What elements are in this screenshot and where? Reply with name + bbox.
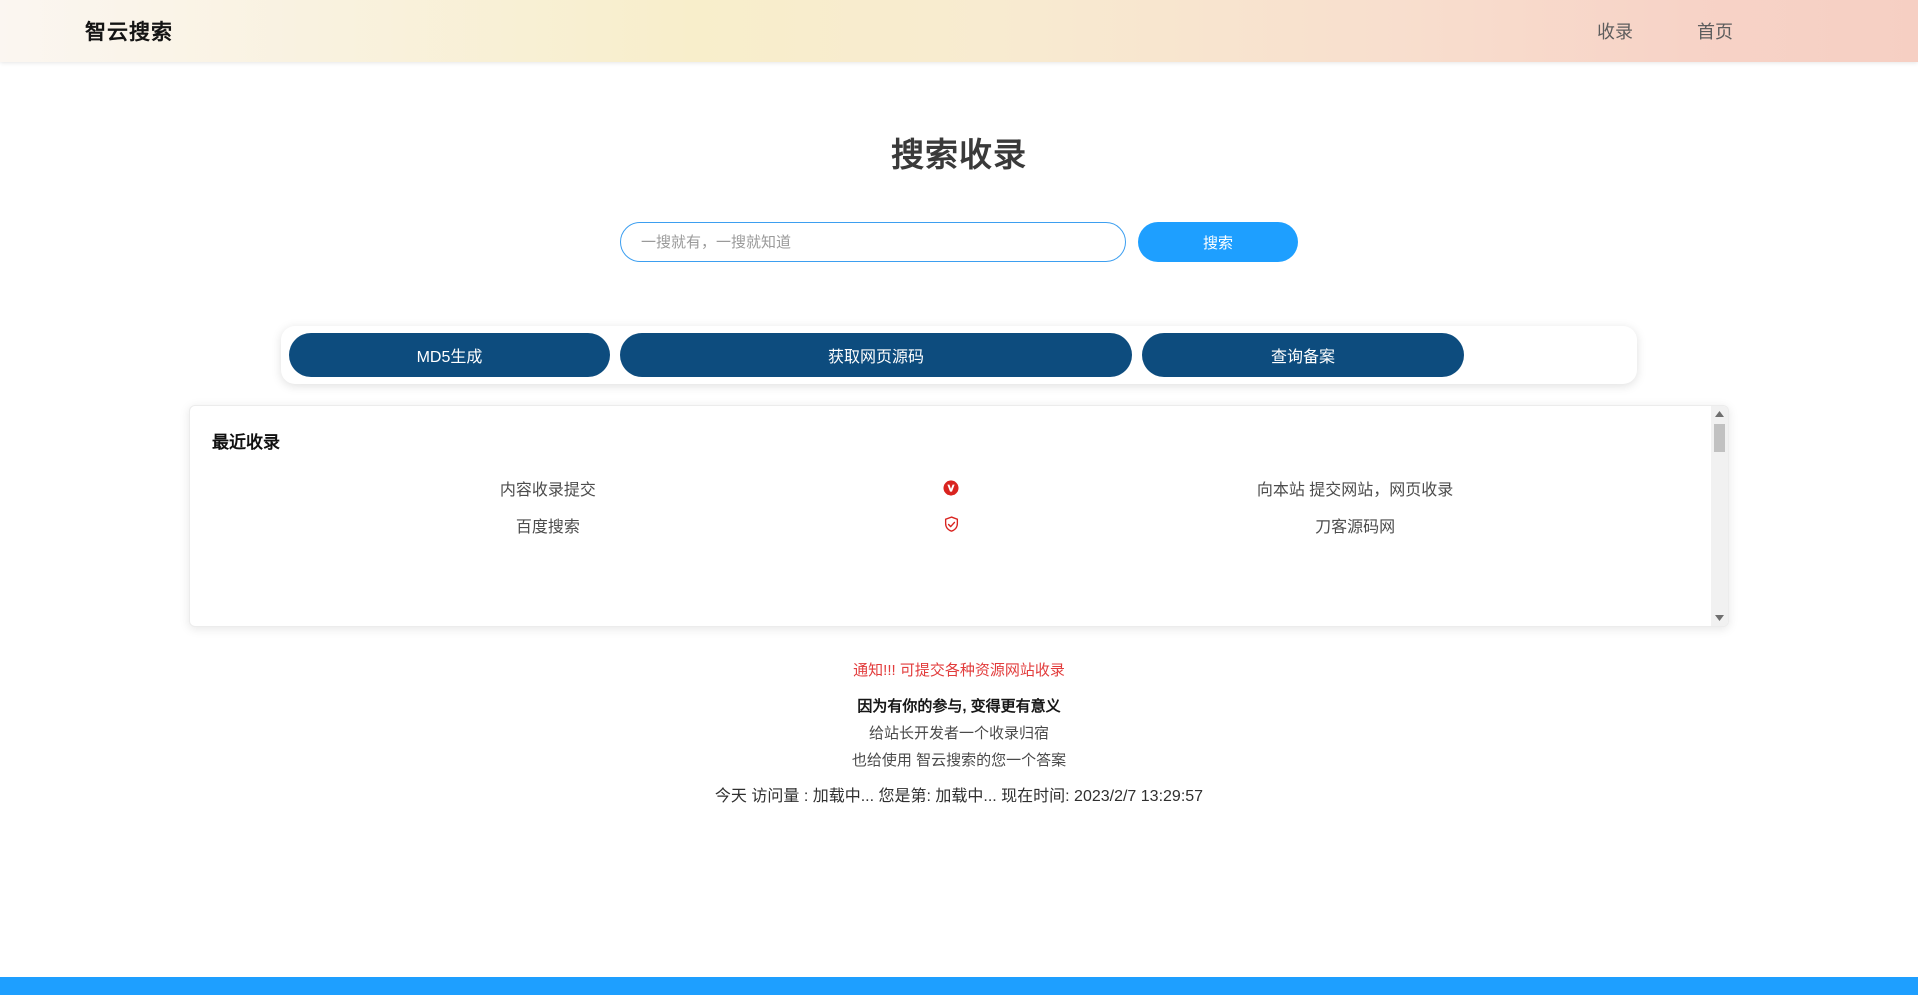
scrollbar-thumb[interactable] [1714, 424, 1725, 452]
brand-logo: 智云搜索 [85, 16, 173, 46]
footer-slogan: 因为有你的参与, 变得更有意义 [0, 695, 1918, 716]
footer-notice: 通知!!! 可提交各种资源网站收录 [0, 659, 1918, 680]
nav-links: 收录 首页 [1597, 18, 1733, 44]
row-left-label[interactable]: 内容收录提交 [190, 476, 906, 500]
tool-icp-lookup-button[interactable]: 查询备案 [1142, 333, 1464, 377]
list-item[interactable]: 内容收录提交 向本站 提交网站，网页收录 [190, 469, 1713, 506]
footer-line-webmaster: 给站长开发者一个收录归宿 [0, 722, 1918, 743]
row-left-label[interactable]: 百度搜索 [190, 513, 906, 537]
nav-link-shoulu[interactable]: 收录 [1597, 18, 1633, 44]
scrollbar-down-icon[interactable] [1711, 610, 1728, 626]
page-title: 搜索收录 [0, 128, 1918, 176]
search-input[interactable] [620, 222, 1126, 262]
footer-line-answer: 也给使用 智云搜索的您一个答案 [0, 749, 1918, 770]
shield-check-icon [906, 515, 997, 534]
nav-link-home[interactable]: 首页 [1697, 18, 1733, 44]
tool-get-source-button[interactable]: 获取网页源码 [620, 333, 1132, 377]
search-row: 搜索 [0, 222, 1918, 262]
recent-card: 最近收录 内容收录提交 向本站 提交网站，网页收录 百度搜索 刀客源码网 [189, 405, 1729, 627]
card-scrollbar[interactable] [1711, 406, 1728, 626]
scrollbar-up-icon[interactable] [1711, 406, 1728, 422]
search-button[interactable]: 搜索 [1138, 222, 1298, 262]
row-right-label[interactable]: 刀客源码网 [997, 513, 1713, 537]
quick-tools-bar: MD5生成 获取网页源码 查询备案 [281, 326, 1637, 384]
recent-title: 最近收录 [212, 428, 1728, 453]
tool-md5-button[interactable]: MD5生成 [289, 333, 610, 377]
row-right-label[interactable]: 向本站 提交网站，网页收录 [997, 476, 1713, 500]
recent-rows: 内容收录提交 向本站 提交网站，网页收录 百度搜索 刀客源码网 [190, 469, 1728, 543]
bottom-bar [0, 977, 1918, 995]
footer-visit-stats: 今天 访问量 : 加载中... 您是第: 加载中... 现在时间: 2023/2… [0, 782, 1918, 806]
list-item[interactable]: 百度搜索 刀客源码网 [190, 506, 1713, 543]
footer: 通知!!! 可提交各种资源网站收录 因为有你的参与, 变得更有意义 给站长开发者… [0, 659, 1918, 806]
navbar: 智云搜索 收录 首页 [0, 0, 1918, 62]
verified-badge-icon [906, 479, 997, 497]
